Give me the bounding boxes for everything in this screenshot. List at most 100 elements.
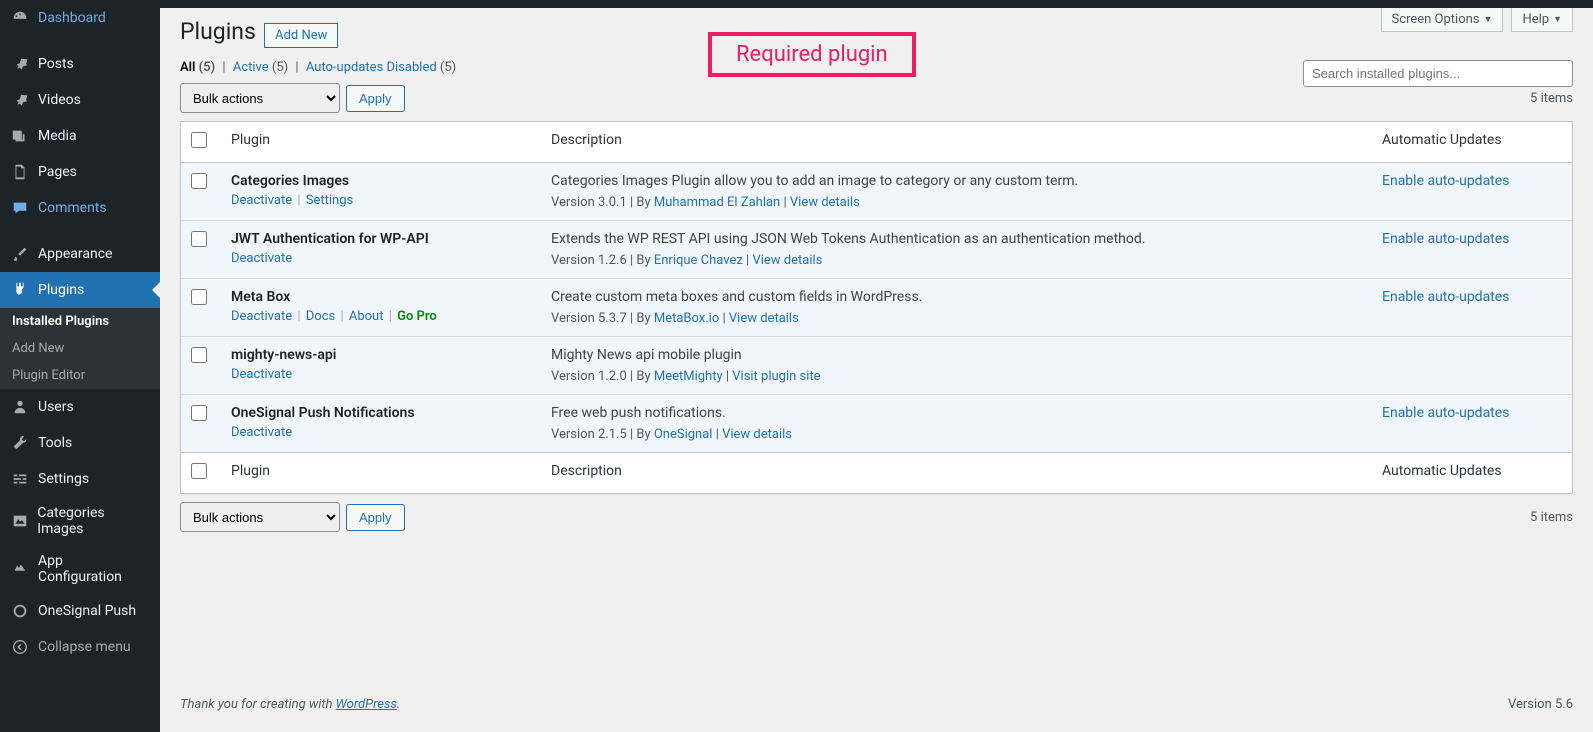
row-checkbox[interactable]	[191, 173, 207, 189]
sidebar-item-pages[interactable]: Pages	[0, 154, 160, 190]
author-link[interactable]: MetaBox.io	[654, 311, 719, 326]
enable-auto-updates-link[interactable]: Enable auto-updates	[1382, 173, 1509, 189]
sidebar-label: Tools	[38, 435, 72, 451]
page-icon	[10, 162, 30, 182]
apply-button-bottom[interactable]: Apply	[346, 504, 405, 531]
sidebar-item-settings[interactable]: Settings	[0, 461, 160, 497]
author-link[interactable]: Muhammad El Zahlan	[654, 195, 780, 210]
plugin-meta: Version 3.0.1 | By Muhammad El Zahlan | …	[551, 195, 1362, 210]
details-link[interactable]: Visit plugin site	[732, 369, 820, 384]
annotation-callout: Required plugin	[708, 32, 916, 77]
col-auto-updates[interactable]: Automatic Updates	[1372, 452, 1572, 493]
details-link[interactable]: View details	[729, 311, 799, 326]
plugins-table: Plugin Description Automatic Updates Cat…	[180, 121, 1573, 494]
details-link[interactable]: View details	[790, 195, 860, 210]
col-auto-updates[interactable]: Automatic Updates	[1372, 122, 1572, 163]
sidebar-item-cat-images[interactable]: Categories Images	[0, 497, 160, 545]
details-link[interactable]: View details	[722, 427, 792, 442]
plugin-name: JWT Authentication for WP-API	[231, 231, 531, 247]
sidebar-item-dashboard[interactable]: Dashboard	[0, 0, 160, 36]
items-count: 5 items	[1530, 510, 1573, 525]
sidebar-item-onesignal[interactable]: OneSignal Push	[0, 593, 160, 629]
sidebar-label: Media	[38, 128, 77, 144]
image-icon	[10, 511, 29, 531]
admin-topbar	[160, 0, 1593, 8]
action-link[interactable]: About	[349, 309, 384, 324]
sidebar-label: Videos	[38, 92, 81, 108]
sidebar-item-media[interactable]: Media	[0, 118, 160, 154]
help-button[interactable]: Help ▼	[1511, 8, 1573, 32]
bulk-actions-select[interactable]: Bulk actions	[180, 83, 340, 113]
sidebar-label: Categories Images	[37, 505, 150, 537]
chevron-down-icon: ▼	[1484, 14, 1493, 25]
filter-auto-disabled[interactable]: Auto-updates Disabled (5)	[306, 60, 456, 75]
apply-button-top[interactable]: Apply	[346, 85, 405, 112]
sidebar-item-appearance[interactable]: Appearance	[0, 236, 160, 272]
plugin-meta: Version 2.1.5 | By OneSignal | View deta…	[551, 427, 1362, 442]
row-actions: Deactivate | Docs | About | Go Pro	[231, 309, 531, 324]
page-title: Plugins	[180, 18, 256, 45]
action-link[interactable]: Deactivate	[231, 251, 292, 266]
plugin-name: Meta Box	[231, 289, 531, 305]
action-link[interactable]: Docs	[306, 309, 335, 324]
brush-icon	[10, 244, 30, 264]
sidebar-label: Comments	[38, 200, 107, 216]
enable-auto-updates-link[interactable]: Enable auto-updates	[1382, 405, 1509, 421]
action-link[interactable]: Deactivate	[231, 425, 292, 440]
plugin-description: Mighty News api mobile plugin	[551, 347, 1362, 363]
select-all-checkbox-bottom[interactable]	[191, 463, 207, 479]
col-description[interactable]: Description	[541, 122, 1372, 163]
row-checkbox[interactable]	[191, 347, 207, 363]
filter-active[interactable]: Active (5)	[233, 60, 288, 75]
search-input[interactable]	[1303, 60, 1573, 87]
sidebar-item-users[interactable]: Users	[0, 389, 160, 425]
table-row: OneSignal Push NotificationsDeactivateFr…	[181, 394, 1572, 452]
sidebar-item-tools[interactable]: Tools	[0, 425, 160, 461]
sidebar-label: OneSignal Push	[38, 603, 136, 619]
col-plugin[interactable]: Plugin	[221, 122, 541, 163]
sidebar-item-app-config[interactable]: App Configuration	[0, 545, 160, 593]
row-checkbox[interactable]	[191, 231, 207, 247]
sidebar-item-collapse[interactable]: Collapse menu	[0, 629, 160, 665]
sidebar-item-videos[interactable]: Videos	[0, 82, 160, 118]
sidebar-label: Posts	[38, 56, 74, 72]
gauge-icon	[10, 8, 30, 28]
bulk-actions-select-bottom[interactable]: Bulk actions	[180, 502, 340, 532]
comment-icon	[10, 198, 30, 218]
enable-auto-updates-link[interactable]: Enable auto-updates	[1382, 289, 1509, 305]
action-link[interactable]: Settings	[306, 193, 353, 208]
sidebar-item-plugins[interactable]: Plugins	[0, 272, 160, 308]
row-checkbox[interactable]	[191, 405, 207, 421]
row-checkbox[interactable]	[191, 289, 207, 305]
action-link[interactable]: Deactivate	[231, 193, 292, 208]
screen-options-button[interactable]: Screen Options ▼	[1381, 8, 1504, 32]
plug-icon	[10, 280, 30, 300]
subitem-add-new[interactable]: Add New	[0, 335, 160, 362]
version-text: Version 5.6	[1508, 697, 1573, 712]
collapse-icon	[10, 637, 30, 657]
add-new-button[interactable]: Add New	[264, 23, 338, 48]
action-link[interactable]: Go Pro	[397, 309, 437, 324]
sidebar-label: Collapse menu	[38, 639, 131, 655]
row-actions: Deactivate | Settings	[231, 193, 531, 208]
sidebar-item-comments[interactable]: Comments	[0, 190, 160, 226]
select-all-checkbox[interactable]	[191, 132, 207, 148]
filter-all[interactable]: All (5)	[180, 60, 215, 75]
author-link[interactable]: OneSignal	[654, 427, 713, 442]
subitem-plugin-editor[interactable]: Plugin Editor	[0, 362, 160, 389]
wordpress-link[interactable]: WordPress	[336, 697, 397, 712]
subitem-installed-plugins[interactable]: Installed Plugins	[0, 308, 160, 335]
generic-icon	[10, 559, 30, 579]
sidebar-item-posts[interactable]: Posts	[0, 46, 160, 82]
author-link[interactable]: MeetMighty	[654, 369, 723, 384]
col-plugin[interactable]: Plugin	[221, 452, 541, 493]
enable-auto-updates-link[interactable]: Enable auto-updates	[1382, 231, 1509, 247]
sidebar-label: Users	[38, 399, 74, 415]
action-link[interactable]: Deactivate	[231, 367, 292, 382]
media-icon	[10, 126, 30, 146]
col-description[interactable]: Description	[541, 452, 1372, 493]
pin-icon	[10, 54, 30, 74]
author-link[interactable]: Enrique Chavez	[654, 253, 743, 268]
action-link[interactable]: Deactivate	[231, 309, 292, 324]
details-link[interactable]: View details	[752, 253, 822, 268]
